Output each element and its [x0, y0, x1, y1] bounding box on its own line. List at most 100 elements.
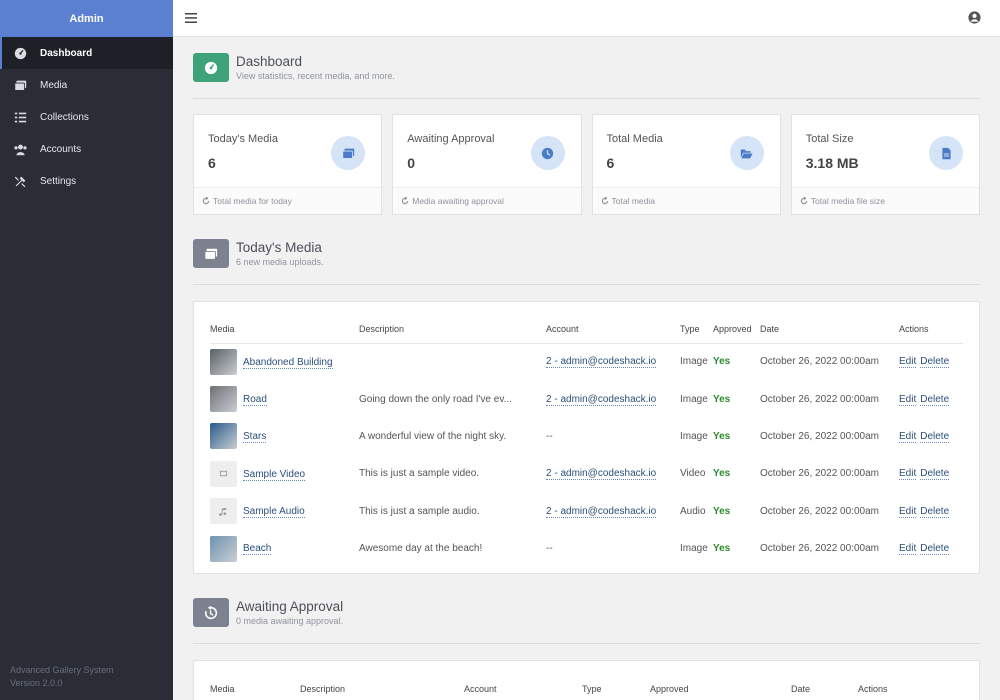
- account-link[interactable]: 2 - admin@codeshack.io: [546, 393, 657, 406]
- edit-link[interactable]: Edit: [899, 356, 917, 369]
- images-icon: [12, 78, 28, 92]
- sidebar-item-label: Dashboard: [40, 47, 93, 59]
- sidebar-item-media[interactable]: Media: [0, 69, 173, 101]
- date-cell: October 26, 2022 00:00am: [760, 393, 879, 405]
- date-cell: October 26, 2022 00:00am: [760, 430, 879, 442]
- sidebar-item-settings[interactable]: Settings: [0, 165, 173, 197]
- stat-value: 0: [407, 155, 416, 171]
- approved-cell: Yes: [713, 493, 760, 530]
- description-cell: Going down the only road I've ev...: [359, 393, 512, 405]
- column-header-actions: Actions: [899, 316, 963, 344]
- delete-link[interactable]: Delete: [920, 430, 950, 443]
- delete-link[interactable]: Delete: [920, 393, 950, 406]
- brand-title[interactable]: Admin: [0, 0, 173, 37]
- section-title: Today's Media: [236, 239, 322, 255]
- account-cell: --: [546, 418, 680, 455]
- description-cell: Awesome day at the beach!: [359, 543, 483, 555]
- delete-link[interactable]: Delete: [920, 505, 950, 518]
- media-thumbnail[interactable]: [210, 348, 237, 375]
- delete-link[interactable]: Delete: [920, 543, 950, 556]
- table-row: Sample Audio This is just a sample audio.…: [210, 493, 963, 530]
- todays-media-panel: Media Description Account Type Approved …: [193, 301, 980, 575]
- stat-label: Total Size: [805, 133, 854, 145]
- approved-status: Yes: [713, 356, 731, 368]
- sidebar-item-dashboard[interactable]: Dashboard: [0, 37, 173, 69]
- table-header-row: Media Description Account Type Approved …: [210, 675, 963, 700]
- media-title-link[interactable]: Beach: [243, 543, 272, 556]
- todays-media-rows: Abandoned Building 2 - admin@codeshack.io…: [210, 343, 963, 567]
- images-icon: [193, 239, 229, 268]
- tools-icon: [12, 174, 28, 188]
- sidebar-item-accounts[interactable]: Accounts: [0, 133, 173, 165]
- section-subtitle: 0 media awaiting approval.: [236, 615, 344, 626]
- media-thumbnail[interactable]: [210, 386, 237, 413]
- media-title-link[interactable]: Stars: [243, 431, 267, 444]
- description-cell: [359, 343, 546, 380]
- stat-footer: Total media: [592, 187, 780, 214]
- media-title-link[interactable]: Abandoned Building: [243, 356, 333, 369]
- media-thumbnail[interactable]: [210, 535, 237, 562]
- section-title: Awaiting Approval: [236, 598, 344, 614]
- media-cell: Road: [210, 380, 359, 417]
- account-link[interactable]: 2 - admin@codeshack.io: [546, 356, 657, 369]
- approved-status: Yes: [713, 468, 731, 480]
- page-title: Dashboard: [236, 53, 303, 69]
- todays-media-header: Today's Media 6 new media uploads.: [193, 223, 980, 285]
- stat-card-total-media: Total Media 6 Total media: [591, 114, 781, 215]
- sidebar-item-collections[interactable]: Collections: [0, 101, 173, 133]
- app-name: Advanced Gallery System: [10, 665, 114, 675]
- media-title-link[interactable]: Road: [243, 393, 267, 406]
- column-header-date: Date: [760, 316, 899, 344]
- sidebar-item-label: Settings: [40, 175, 77, 187]
- column-header-approved: Approved: [713, 316, 760, 344]
- account-link[interactable]: 2 - admin@codeshack.io: [546, 505, 657, 518]
- delete-link[interactable]: Delete: [920, 356, 950, 369]
- actions-cell: Edit Delete: [899, 530, 963, 567]
- edit-link[interactable]: Edit: [899, 468, 917, 481]
- approved-status: Yes: [713, 393, 731, 405]
- column-header-description: Description: [359, 316, 546, 344]
- sidebar-item-label: Media: [40, 79, 68, 91]
- description-cell: A wonderful view of the night sky.: [359, 430, 507, 442]
- column-header-type: Type: [582, 675, 650, 700]
- stat-card-todays-media: Today's Media 6 Total media for today: [193, 114, 383, 215]
- edit-link[interactable]: Edit: [899, 393, 917, 406]
- actions-cell: Edit Delete: [899, 455, 963, 492]
- app-version: Version 2.0.0: [10, 678, 63, 688]
- video-thumbnail-icon[interactable]: [210, 460, 237, 487]
- stat-value: 6: [606, 155, 615, 171]
- user-circle-icon[interactable]: [968, 11, 982, 25]
- section-subtitle: 6 new media uploads.: [236, 256, 324, 267]
- stat-label: Today's Media: [208, 133, 278, 145]
- media-thumbnail[interactable]: [210, 423, 237, 450]
- folder-open-icon: [729, 136, 764, 170]
- todays-media-table: Media Description Account Type Approved …: [210, 316, 963, 567]
- hamburger-icon[interactable]: [185, 11, 199, 25]
- list-icon: [12, 110, 28, 124]
- page-subtitle: View statistics, recent media, and more.: [236, 70, 395, 81]
- delete-link[interactable]: Delete: [920, 468, 950, 481]
- account-cell: 2 - admin@codeshack.io: [546, 493, 680, 530]
- media-title-link[interactable]: Sample Video: [243, 468, 306, 481]
- date-cell: October 26, 2022 00:00am: [760, 505, 879, 517]
- audio-thumbnail-icon[interactable]: [210, 498, 237, 525]
- column-header-approved: Approved: [650, 675, 791, 700]
- media-title-link[interactable]: Sample Audio: [243, 505, 305, 518]
- type-cell: Video: [680, 468, 706, 480]
- edit-link[interactable]: Edit: [899, 505, 917, 518]
- date-cell: October 26, 2022 00:00am: [760, 356, 879, 368]
- description-cell: This is just a sample video.: [359, 468, 480, 480]
- media-cell: Beach: [210, 530, 359, 567]
- users-icon: [12, 142, 28, 156]
- edit-link[interactable]: Edit: [899, 430, 917, 443]
- approved-cell: Yes: [713, 418, 760, 455]
- edit-link[interactable]: Edit: [899, 543, 917, 556]
- approved-cell: Yes: [713, 530, 760, 567]
- stat-label: Awaiting Approval: [407, 133, 495, 145]
- column-header-date: Date: [791, 675, 858, 700]
- account-link[interactable]: 2 - admin@codeshack.io: [546, 468, 657, 481]
- type-cell: Image: [680, 356, 708, 368]
- approved-cell: Yes: [713, 343, 760, 380]
- history-icon: [193, 598, 229, 628]
- clock-icon: [530, 136, 565, 170]
